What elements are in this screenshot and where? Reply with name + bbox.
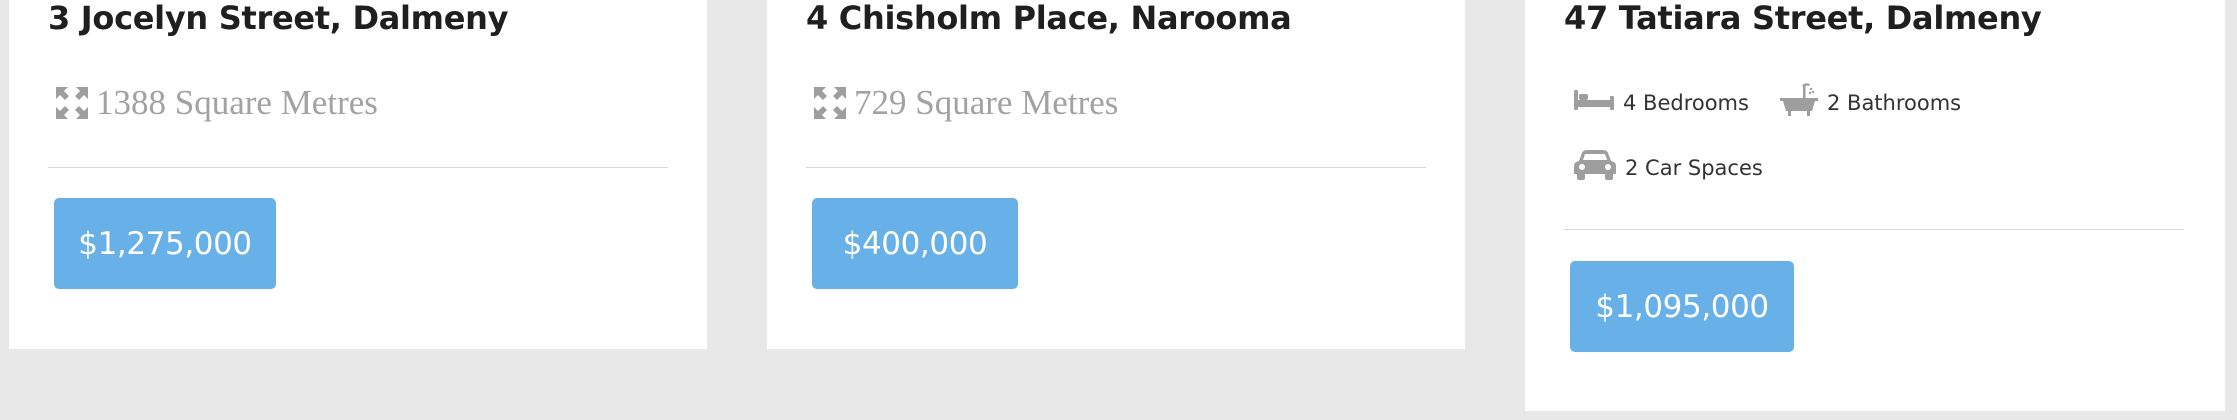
property-card: 3 Jocelyn Street, Dalmeny 1388 Square Me… bbox=[9, 0, 707, 349]
car-icon bbox=[1574, 149, 1616, 186]
bed-icon bbox=[1574, 88, 1614, 117]
property-address[interactable]: 3 Jocelyn Street, Dalmeny bbox=[48, 0, 508, 36]
feature-car-spaces: 2 Car Spaces bbox=[1574, 149, 1763, 186]
land-area-text: 729 Square Metres bbox=[854, 83, 1119, 122]
price-button[interactable]: $400,000 bbox=[812, 198, 1018, 289]
property-card: 47 Tatiara Street, Dalmeny 4 Bedrooms 2 … bbox=[1525, 0, 2225, 411]
land-area-text: 1388 Square Metres bbox=[96, 83, 378, 122]
feature-bedrooms: 4 Bedrooms bbox=[1574, 88, 1749, 117]
expand-arrows-icon bbox=[56, 87, 88, 119]
bathtub-icon bbox=[1780, 82, 1818, 123]
feature-label: 4 Bedrooms bbox=[1623, 90, 1749, 115]
price-button[interactable]: $1,275,000 bbox=[54, 198, 276, 289]
price-button[interactable]: $1,095,000 bbox=[1570, 261, 1794, 352]
divider bbox=[48, 167, 668, 168]
feature-label: 2 Bathrooms bbox=[1827, 90, 1962, 115]
expand-arrows-icon bbox=[814, 87, 846, 119]
divider bbox=[806, 167, 1426, 168]
land-area: 729 Square Metres bbox=[814, 83, 1118, 123]
feature-label: 2 Car Spaces bbox=[1625, 155, 1763, 180]
divider bbox=[1564, 229, 2184, 230]
property-card: 4 Chisholm Place, Narooma 729 Square Met… bbox=[767, 0, 1465, 349]
land-area: 1388 Square Metres bbox=[56, 83, 378, 123]
property-address[interactable]: 47 Tatiara Street, Dalmeny bbox=[1564, 0, 2042, 36]
property-address[interactable]: 4 Chisholm Place, Narooma bbox=[806, 0, 1292, 36]
feature-bathrooms: 2 Bathrooms bbox=[1780, 82, 1961, 123]
